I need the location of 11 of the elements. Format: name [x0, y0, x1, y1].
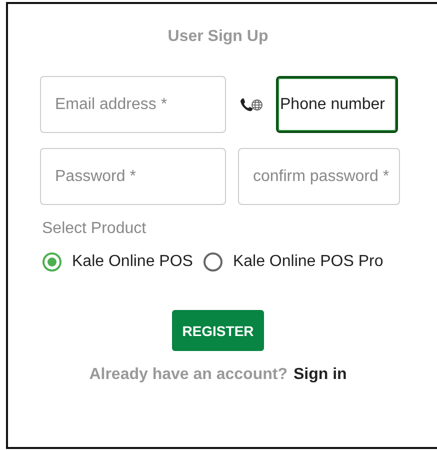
form-title: User Sign Up: [166, 28, 270, 46]
select-product-label: Select Product: [42, 220, 148, 238]
radio-button[interactable]: [42, 252, 62, 272]
radio-label[interactable]: Kale Online POS Pro: [232, 253, 384, 271]
radio-label[interactable]: Kale Online POS: [72, 253, 193, 271]
phone-globe-icon: [239, 96, 263, 112]
radio-button[interactable]: [202, 252, 223, 272]
input-field[interactable]: Phone number: [276, 76, 398, 133]
register-button[interactable]: REGISTER: [172, 310, 264, 351]
sign-in-link[interactable]: Sign in: [293, 366, 347, 384]
account-prompt: Already have an account?: [89, 366, 288, 384]
